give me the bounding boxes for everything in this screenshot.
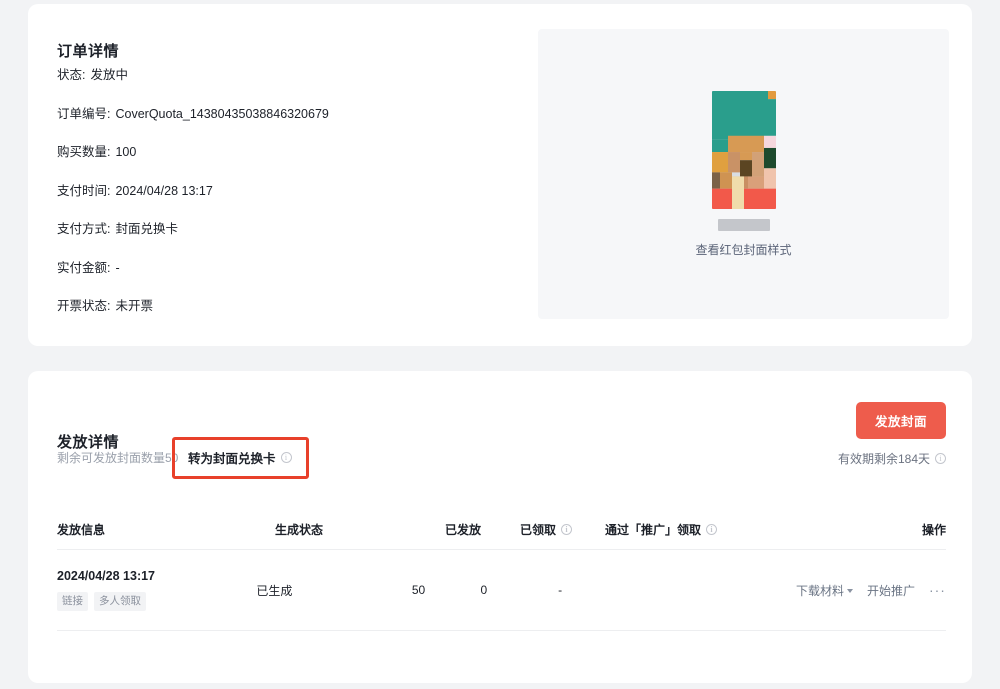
cell-sent-count: 50	[411, 583, 426, 597]
cell-generate-status: 已生成	[256, 583, 293, 598]
order-field-quantity: 购买数量: 100	[57, 141, 527, 180]
order-field-invoice-status: 开票状态: 未开票	[57, 295, 527, 334]
grant-tags: 链接 多人领取	[57, 592, 256, 611]
order-detail-title: 订单详情	[57, 43, 120, 61]
grant-detail-card: 发放详情 剩余可发放封面数量50 转为封面兑换卡 发放封面 有效期剩余184天 …	[28, 371, 972, 683]
order-field-order-number: 订单编号: CoverQuota_14380435038846320679	[57, 103, 527, 142]
cover-preview-panel: 查看红包封面样式	[538, 29, 949, 319]
view-cover-style-link[interactable]: 查看红包封面样式	[538, 241, 949, 258]
column-header-label: 生成状态	[275, 522, 324, 537]
field-value: 发放中	[90, 68, 128, 82]
download-material-label: 下载材料	[795, 583, 844, 598]
start-promotion-label: 开始推广	[866, 583, 915, 598]
convert-to-exchange-card-label: 转为封面兑换卡	[188, 452, 276, 466]
order-field-status: 状态: 发放中	[57, 64, 527, 103]
column-header-claimed: 已领取	[520, 521, 605, 538]
cell-promo-claimed-count: -	[558, 583, 563, 597]
field-label: 购买数量:	[57, 145, 111, 159]
tag-multi-claim: 多人领取	[94, 592, 146, 611]
order-info-list: 状态: 发放中 订单编号: CoverQuota_143804350388463…	[57, 64, 527, 334]
field-value: -	[115, 260, 120, 275]
column-header-grant-info: 发放信息	[57, 521, 275, 538]
chevron-down-icon	[846, 589, 853, 593]
page-root: 订单详情 状态: 发放中 订单编号: CoverQuota_1438043503…	[0, 0, 1000, 689]
info-icon[interactable]	[706, 523, 718, 535]
field-label: 订单编号:	[57, 106, 111, 121]
column-header-label: 通过「推广」领取	[605, 522, 702, 537]
order-detail-card: 订单详情 状态: 发放中 订单编号: CoverQuota_1438043503…	[28, 4, 972, 346]
cover-thumbnail-image	[711, 91, 776, 209]
column-header-generate-status: 生成状态	[275, 521, 445, 538]
start-promotion-button[interactable]: 开始推广	[867, 582, 915, 599]
info-icon[interactable]	[935, 453, 946, 464]
field-label: 支付时间:	[57, 183, 111, 198]
info-icon[interactable]	[280, 452, 292, 463]
column-header-label: 已发放	[445, 522, 482, 537]
field-value: 100	[115, 145, 137, 159]
validity-remaining: 有效期剩余184天	[838, 450, 946, 467]
info-icon[interactable]	[561, 523, 573, 535]
table-header-row: 发放信息 生成状态 已发放 已领取 通过「推广」领取 操作	[57, 509, 946, 550]
order-field-pay-method: 支付方式: 封面兑换卡	[57, 218, 527, 257]
field-value: 2024/04/28 13:17	[115, 183, 213, 198]
table-row: 2024/04/28 13:17 链接 多人领取 已生成 50 0 - 下载材料	[57, 550, 946, 631]
cell-actions: 下载材料 开始推广 ···	[796, 582, 946, 599]
column-header-label: 已领取	[520, 522, 557, 537]
cell-claimed-count: 0	[480, 583, 488, 597]
field-label: 状态:	[57, 68, 86, 82]
column-header-sent: 已发放	[445, 521, 520, 538]
field-label: 开票状态:	[57, 299, 111, 313]
field-label: 实付金额:	[57, 260, 111, 275]
field-value: CoverQuota_14380435038846320679	[115, 106, 329, 121]
grant-timestamp: 2024/04/28 13:17	[57, 569, 156, 584]
remaining-cover-count: 剩余可发放封面数量50	[57, 451, 179, 465]
order-field-pay-time: 支付时间: 2024/04/28 13:17	[57, 180, 527, 219]
more-actions-icon[interactable]: ···	[929, 583, 946, 597]
validity-remaining-label: 有效期剩余184天	[837, 452, 930, 466]
grant-records-table: 发放信息 生成状态 已发放 已领取 通过「推广」领取 操作	[57, 509, 946, 631]
column-header-label: 操作	[921, 522, 946, 537]
redacted-title-bar	[717, 219, 770, 231]
download-material-button[interactable]: 下载材料	[796, 582, 853, 599]
cell-grant-info: 2024/04/28 13:17 链接 多人领取	[57, 569, 256, 611]
tag-link: 链接	[57, 592, 88, 611]
field-value: 封面兑换卡	[115, 222, 178, 236]
field-label: 支付方式:	[57, 222, 111, 236]
field-value: 未开票	[115, 299, 153, 313]
column-header-promo-claimed: 通过「推广」领取	[605, 521, 865, 538]
convert-to-exchange-card-button[interactable]: 转为封面兑换卡	[172, 437, 309, 479]
column-header-label: 发放信息	[57, 522, 106, 537]
order-field-paid-amount: 实付金额: -	[57, 257, 527, 296]
column-header-actions: 操作	[865, 521, 946, 538]
grant-cover-button[interactable]: 发放封面	[855, 402, 946, 439]
